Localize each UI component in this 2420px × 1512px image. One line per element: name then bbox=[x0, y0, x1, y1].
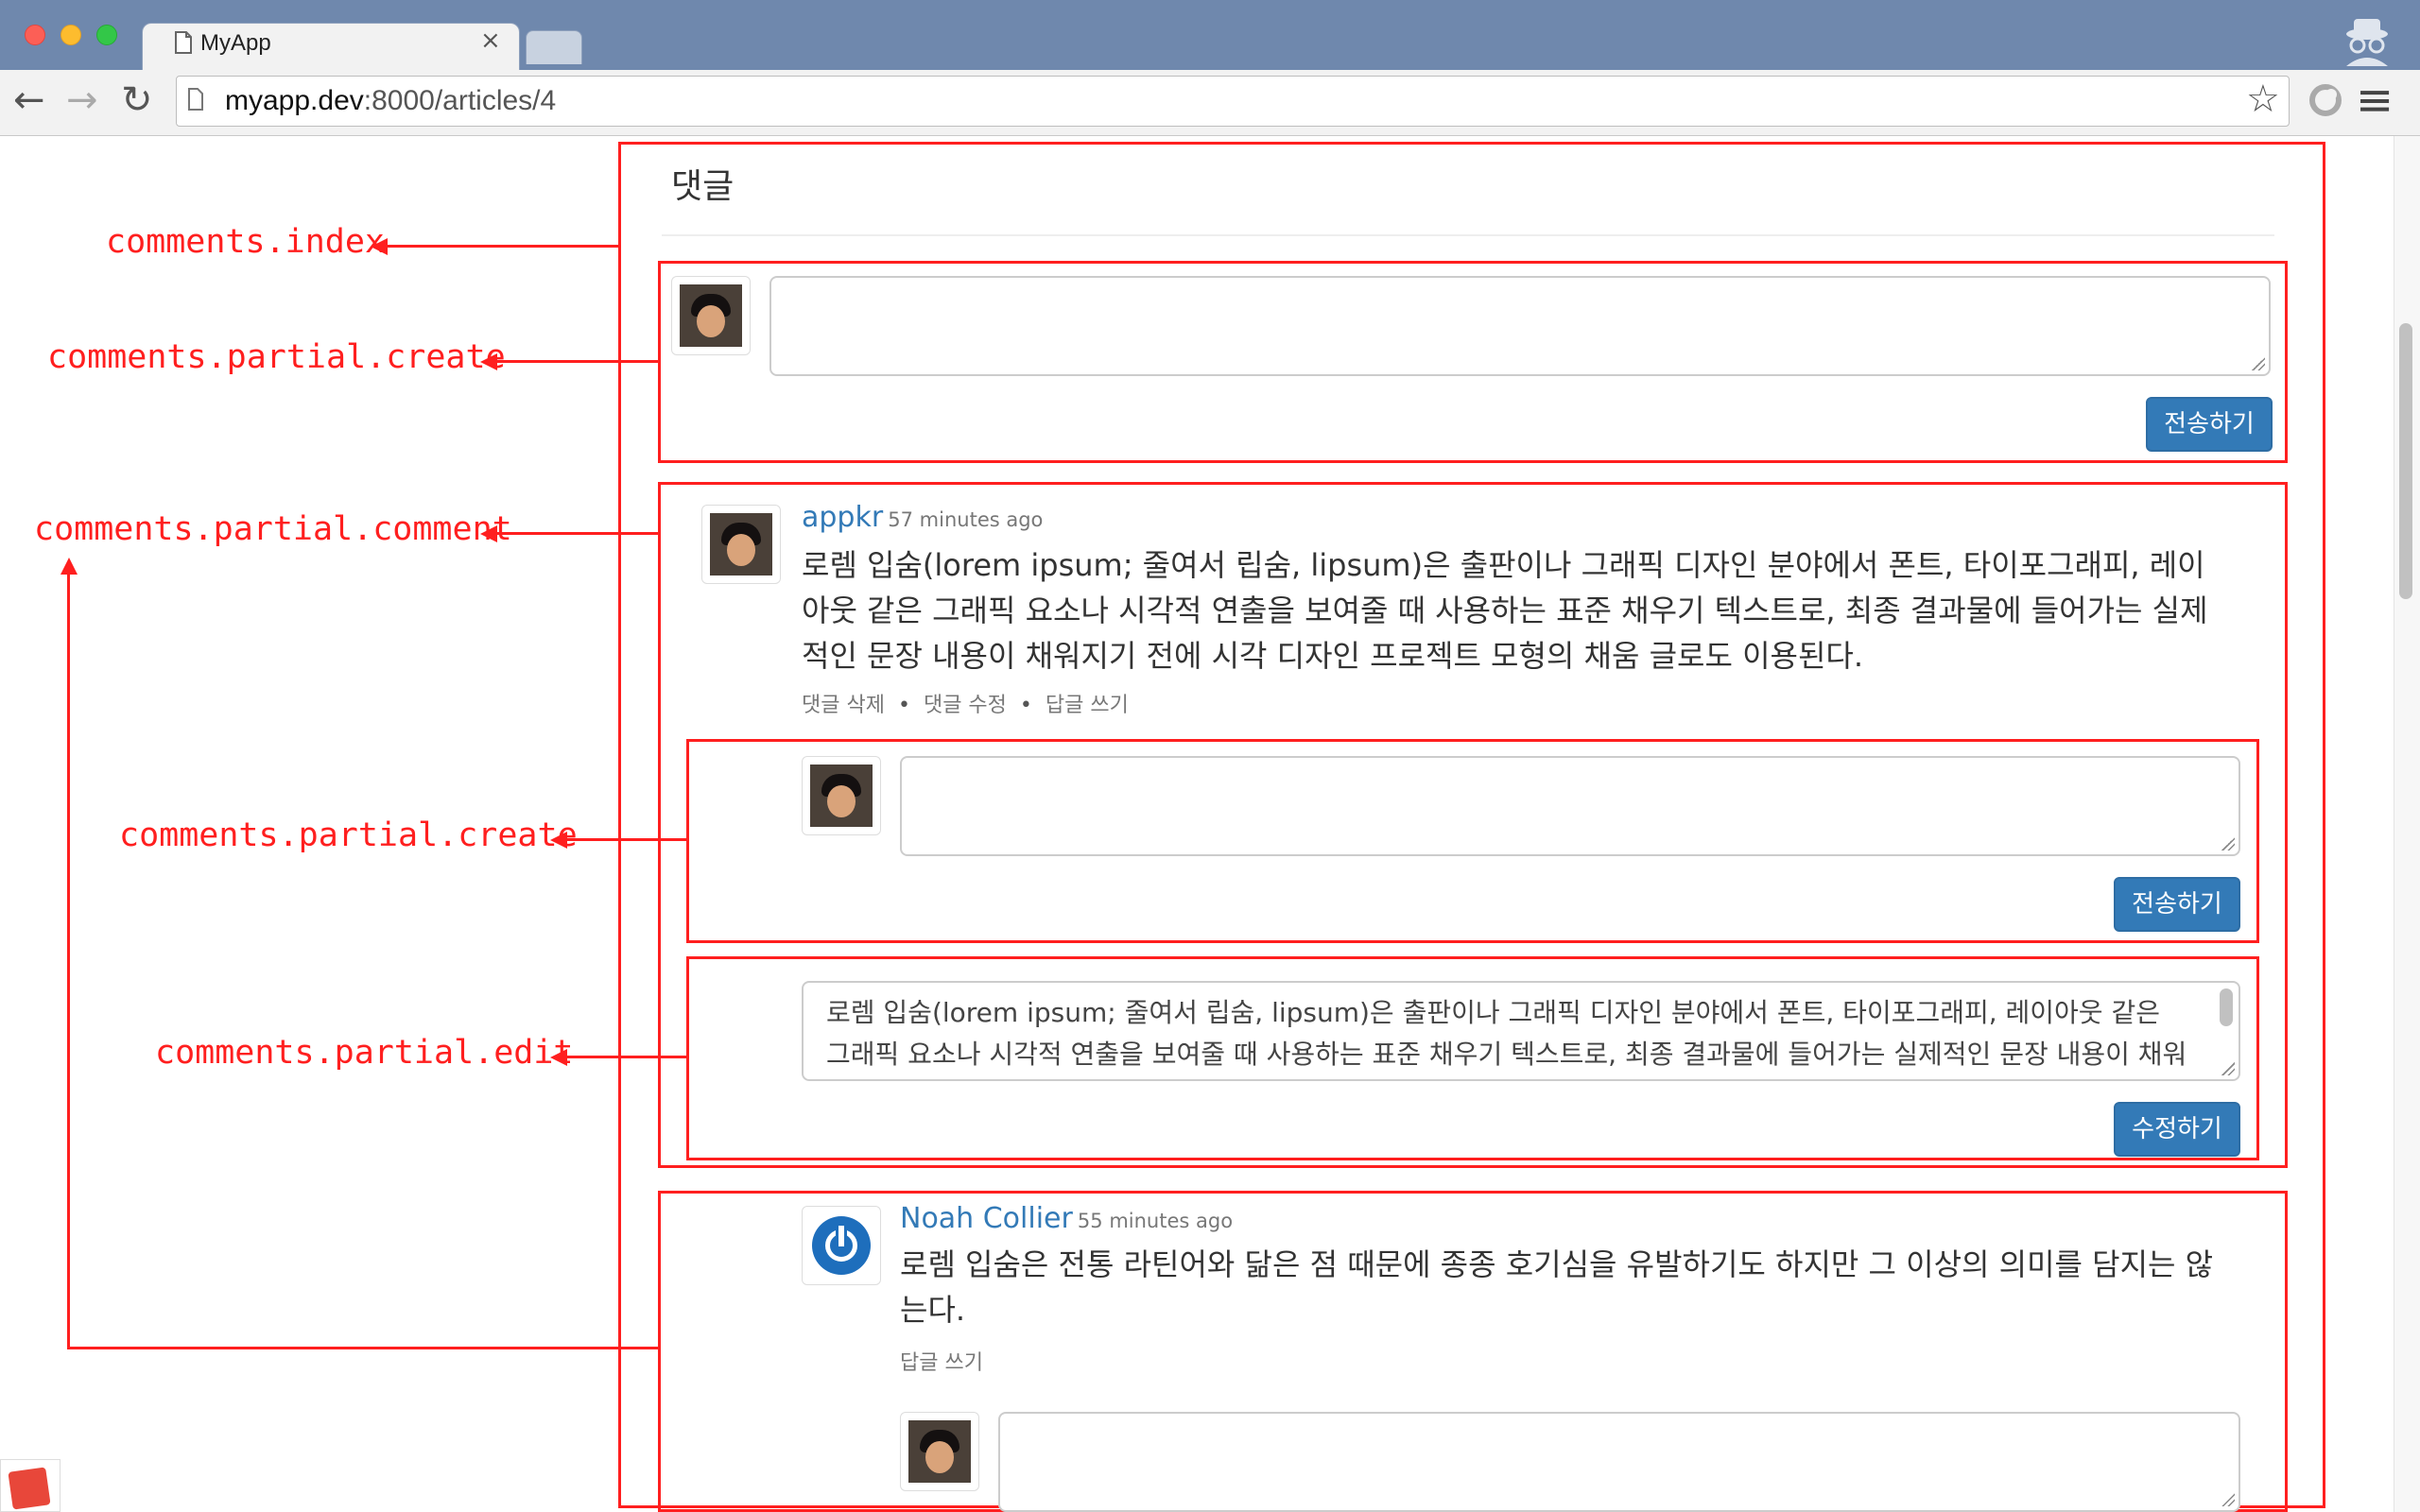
separator-dot: • bbox=[897, 694, 910, 717]
reply-submit-button[interactable]: 전송하기 bbox=[2114, 877, 2240, 932]
tab-title: MyApp bbox=[200, 30, 271, 56]
extension-icon[interactable] bbox=[2307, 81, 2344, 119]
debugbar-icon[interactable] bbox=[0, 1459, 60, 1512]
page-scrollbar-thumb[interactable] bbox=[2399, 323, 2412, 599]
comment-textarea[interactable] bbox=[769, 276, 2271, 376]
arrow-line bbox=[67, 1347, 658, 1349]
browser-tab[interactable] bbox=[142, 23, 520, 72]
face-shape bbox=[727, 534, 755, 566]
comment-body: 로렘 입숨은 전통 라틴어와 닮은 점 때문에 종종 호기심을 유발하기도 하지… bbox=[900, 1246, 2214, 1328]
author-avatar bbox=[701, 505, 781, 584]
reply-link[interactable]: 답글 쓰기 bbox=[900, 1351, 983, 1375]
edit-textarea-value: 로렘 입숨(lorem ipsum; 줄여서 립숨, lipsum)은 출판이나… bbox=[826, 997, 2187, 1070]
avatar-photo bbox=[810, 1214, 873, 1277]
submit-button[interactable]: 전송하기 bbox=[2146, 397, 2273, 452]
annotation-edit: comments.partial.edit bbox=[155, 1034, 574, 1072]
arrow-left-icon[interactable]: ← bbox=[13, 79, 45, 121]
avatar bbox=[900, 1412, 979, 1491]
annotation-comment: comments.partial.comment bbox=[34, 510, 512, 548]
url-host: myapp.dev bbox=[225, 85, 364, 116]
resize-handle-icon[interactable] bbox=[2252, 357, 2265, 370]
annotation-create-nested: comments.partial.create bbox=[119, 816, 578, 854]
update-button[interactable]: 수정하기 bbox=[2114, 1102, 2240, 1157]
avatar bbox=[671, 276, 751, 355]
arrow-line bbox=[495, 360, 658, 363]
arrow-line bbox=[565, 838, 686, 841]
resize-handle-icon[interactable] bbox=[2221, 1493, 2235, 1506]
arrow-line bbox=[565, 1056, 686, 1058]
incognito-icon bbox=[2346, 19, 2388, 66]
arrow-line bbox=[386, 245, 618, 248]
heading-divider bbox=[662, 234, 2274, 236]
reply-textarea[interactable] bbox=[998, 1412, 2240, 1512]
power-line-shape bbox=[838, 1226, 844, 1246]
comment-actions: 댓글 삭제 • 댓글 수정 • 답글 쓰기 bbox=[802, 688, 1129, 718]
power-icon bbox=[812, 1216, 871, 1275]
reply-link[interactable]: 답글 쓰기 bbox=[1046, 694, 1129, 717]
delete-comment-link[interactable]: 댓글 삭제 bbox=[802, 694, 885, 717]
arrow-right-icon[interactable]: → bbox=[66, 79, 98, 121]
url-path: :8000/articles/4 bbox=[363, 85, 557, 116]
avatar-photo bbox=[810, 765, 873, 827]
author-link[interactable]: Noah Collier bbox=[900, 1202, 1073, 1235]
comment-meta: Noah Collier 55 minutes ago bbox=[900, 1202, 1233, 1235]
comment-actions: 답글 쓰기 bbox=[900, 1346, 983, 1376]
arrow-line bbox=[495, 532, 658, 535]
annotation-create-top: comments.partial.create bbox=[47, 338, 506, 376]
tab-close-icon[interactable]: × bbox=[480, 26, 501, 55]
avatar-photo bbox=[680, 284, 742, 347]
reload-icon[interactable]: ↻ bbox=[121, 79, 153, 121]
edit-comment-link[interactable]: 댓글 수정 bbox=[924, 694, 1007, 717]
separator-dot: • bbox=[1019, 694, 1032, 717]
comment-meta: appkr 57 minutes ago bbox=[802, 501, 1043, 534]
resize-handle-icon[interactable] bbox=[2221, 837, 2235, 850]
comment-time: 57 minutes ago bbox=[888, 508, 1044, 531]
new-tab-button[interactable] bbox=[526, 30, 582, 64]
page-info-icon[interactable] bbox=[187, 87, 204, 112]
page-icon bbox=[175, 31, 192, 54]
close-window-icon[interactable] bbox=[25, 25, 45, 45]
menu-icon[interactable]: ≡ bbox=[2356, 74, 2394, 127]
comments-heading: 댓글 bbox=[671, 167, 735, 206]
resize-handle-icon[interactable] bbox=[2221, 1062, 2235, 1075]
comment-body: 로렘 입숨(lorem ipsum; 줄여서 립숨, lipsum)은 출판이나… bbox=[802, 547, 2208, 674]
author-link[interactable]: appkr bbox=[802, 501, 883, 534]
avatar-photo bbox=[908, 1420, 971, 1483]
arrow-line bbox=[67, 573, 70, 1349]
bookmark-star-icon[interactable]: ☆ bbox=[2246, 77, 2280, 121]
annotation-comments-index: comments.index bbox=[106, 223, 386, 261]
face-shape bbox=[697, 305, 725, 337]
avatar bbox=[802, 756, 881, 835]
face-shape bbox=[925, 1441, 954, 1473]
reply-textarea[interactable] bbox=[900, 756, 2240, 856]
debugbar-logo-shape bbox=[8, 1467, 51, 1510]
edit-textarea[interactable]: 로렘 입숨(lorem ipsum; 줄여서 립숨, lipsum)은 출판이나… bbox=[802, 981, 2240, 1081]
face-shape bbox=[827, 785, 856, 817]
comment-time: 55 minutes ago bbox=[1077, 1210, 1234, 1232]
author-avatar bbox=[802, 1206, 881, 1285]
minimize-window-icon[interactable] bbox=[60, 25, 81, 45]
zoom-window-icon[interactable] bbox=[96, 25, 117, 45]
textarea-scrollbar[interactable] bbox=[2220, 988, 2233, 1026]
avatar-photo bbox=[710, 513, 772, 576]
url-text: myapp.dev:8000/articles/4 bbox=[225, 85, 556, 117]
